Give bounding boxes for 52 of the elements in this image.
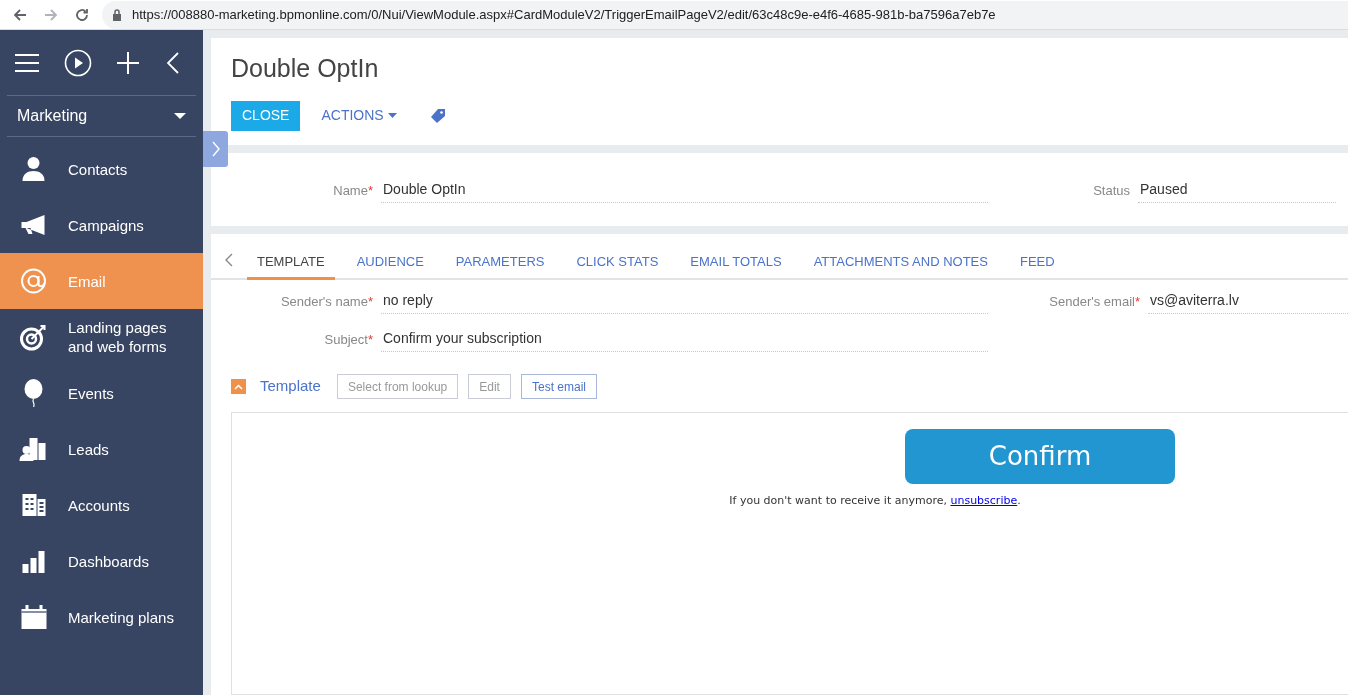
field-label: Name* <box>332 182 374 200</box>
tab[interactable]: TEMPLATE <box>247 246 335 280</box>
tag-button[interactable] <box>430 107 447 124</box>
nav-item[interactable]: Contacts <box>0 141 203 197</box>
at-sign-icon <box>19 267 48 295</box>
chevron-right-icon <box>211 141 220 157</box>
field-label: Sender's email* <box>1048 293 1141 311</box>
tab[interactable]: FEED <box>1009 246 1065 280</box>
tab[interactable]: CLICK STATS <box>566 246 669 280</box>
back-icon[interactable] <box>12 6 28 23</box>
field-label: Subject* <box>323 331 374 349</box>
url-text: https://008880-marketing.bpmonline.com/0/Nui/ViewModule.aspx#CardModuleV2/TriggerEmailPageV2/edit/63c48c9e-e4f6-4685-981b-ba7596a7eb7e <box>132 5 996 24</box>
field-label: Sender's name* <box>279 293 374 311</box>
page-title: Double OptIn <box>231 53 380 84</box>
menu-icon[interactable] <box>15 52 39 73</box>
unsubscribe-text: If you don't want to receive it anymore, unsubscribe. <box>729 493 1021 509</box>
tab[interactable]: AUDIENCE <box>346 246 434 280</box>
caret-icon <box>387 113 397 118</box>
caret-icon <box>174 113 186 119</box>
play-icon[interactable] <box>64 48 92 77</box>
chevron-up-icon <box>234 383 243 390</box>
reload-icon[interactable] <box>74 6 90 23</box>
text-field[interactable]: Confirm your subscription <box>381 326 988 352</box>
calendar-icon <box>19 603 48 631</box>
nav-item[interactable]: Accounts <box>0 477 203 533</box>
nav-item[interactable]: Dashboards <box>0 533 203 589</box>
tab[interactable]: PARAMETERS <box>445 246 555 280</box>
nav-item[interactable]: Campaigns <box>0 197 203 253</box>
tab[interactable]: ATTACHMENTS AND NOTES <box>803 246 998 280</box>
section-title: Template <box>260 376 321 397</box>
text-field[interactable]: Double OptIn <box>381 177 988 203</box>
text-field[interactable]: no reply <box>381 288 988 314</box>
person-building-icon <box>19 435 48 463</box>
plus-icon[interactable] <box>117 51 139 74</box>
actions-menu-button[interactable]: ACTIONS <box>321 100 397 131</box>
nav-item[interactable]: Events <box>0 365 203 421</box>
tab[interactable]: EMAIL TOTALS <box>680 246 792 280</box>
field-label: Status <box>1092 182 1131 200</box>
lock-icon <box>112 8 122 21</box>
nav-item[interactable]: Landing pages and web forms <box>0 309 203 365</box>
address-bar[interactable]: https://008880-marketing.bpmonline.com/0/Nui/ViewModule.aspx#CardModuleV2/TriggerEmailPageV2/edit/63c48c9e-e4f6-4685-981b-ba7596a7eb7e <box>102 0 1348 29</box>
text-field[interactable]: Paused <box>1138 177 1336 203</box>
nav-item[interactable]: Leads <box>0 421 203 477</box>
tag-icon <box>430 108 445 123</box>
target-icon <box>19 323 48 351</box>
template-action-button[interactable]: Test email <box>520 374 597 399</box>
chevron-left-icon[interactable] <box>225 253 233 267</box>
nav-item[interactable]: Marketing plans <box>0 589 203 645</box>
collapse-icon[interactable] <box>167 51 179 74</box>
workplace-dropdown[interactable]: Marketing <box>7 96 196 136</box>
collapse-toggle[interactable] <box>231 379 246 394</box>
text-field[interactable]: vs@aviterra.lv <box>1148 288 1348 314</box>
